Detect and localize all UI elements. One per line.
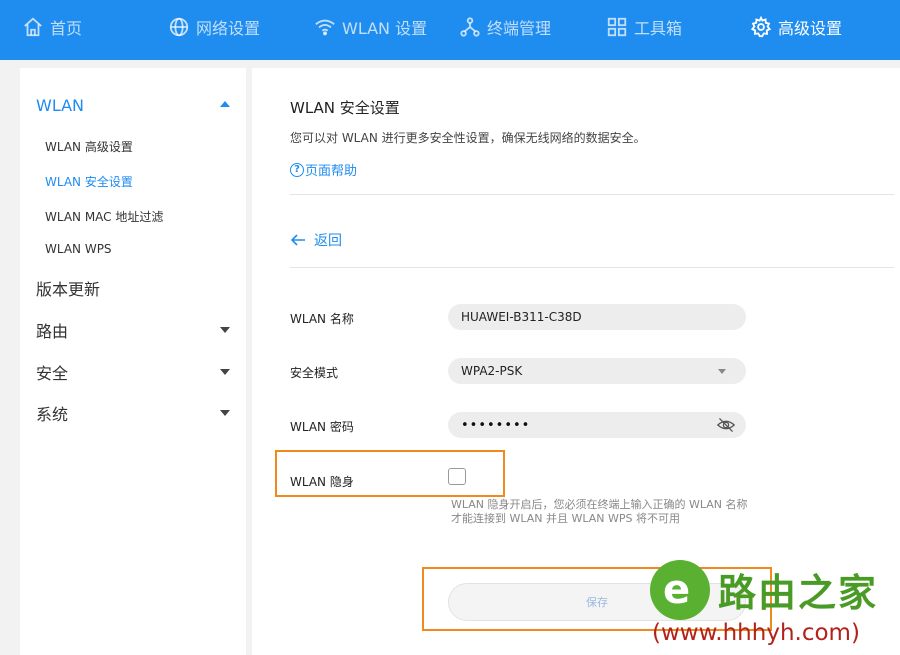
divider (290, 194, 894, 195)
password-label: WLAN 密码 (290, 420, 354, 434)
nav-advanced-settings-label: 高级设置 (778, 19, 843, 38)
page-title: WLAN 安全设置 (290, 99, 400, 117)
watermark-logo: e (650, 560, 710, 620)
sidebar-group-update-label: 版本更新 (36, 280, 101, 299)
sidebar-item-wlan-advanced[interactable]: WLAN 高级设置 (45, 138, 133, 160)
nav-network-settings[interactable]: 网络设置 (168, 0, 260, 54)
question-icon: ? (290, 162, 304, 177)
ssid-label: WLAN 名称 (290, 312, 354, 326)
back-label: 返回 (314, 233, 342, 249)
top-navigation: 首页 网络设置 WLAN 设置 终端管理 工具箱 高级设置 (0, 0, 900, 60)
security-mode-value: WPA2-PSK (461, 364, 523, 378)
sidebar-group-routing-label: 路由 (36, 322, 69, 341)
wifi-icon (315, 19, 335, 36)
security-mode-select[interactable]: WPA2-PSK (448, 358, 746, 384)
sidebar: WLAN WLAN 高级设置 WLAN 安全设置 WLAN MAC 地址过滤 W… (20, 68, 246, 655)
nav-device-management-label: 终端管理 (487, 19, 552, 38)
nav-device-management[interactable]: 终端管理 (459, 0, 551, 54)
divider (290, 267, 894, 268)
password-value: •••••••• (461, 417, 531, 433)
ssid-input[interactable]: HUAWEI-B311-C38D (448, 304, 746, 330)
eye-hidden-icon[interactable] (716, 416, 736, 434)
gear-icon (750, 16, 772, 38)
sidebar-group-security-label: 安全 (36, 364, 69, 383)
nav-toolbox-label: 工具箱 (634, 19, 683, 38)
sidebar-group-system-label: 系统 (36, 405, 69, 424)
caret-up-icon (220, 101, 230, 107)
sidebar-item-wlan-security[interactable]: WLAN 安全设置 (45, 173, 133, 195)
password-input[interactable]: •••••••• (448, 412, 746, 438)
nav-home-label: 首页 (50, 19, 83, 38)
caret-down-icon (220, 369, 230, 375)
caret-down-icon (220, 410, 230, 416)
nav-toolbox[interactable]: 工具箱 (606, 0, 682, 54)
nav-network-settings-label: 网络设置 (196, 19, 261, 38)
page-help-label: 页面帮助 (305, 164, 358, 179)
watermark-url: (www.hhhyh.com) (652, 620, 860, 646)
sidebar-group-update[interactable]: 版本更新 (36, 273, 232, 303)
hidden-ssid-checkbox[interactable] (448, 468, 466, 485)
caret-down-icon (220, 327, 230, 333)
watermark-logo-letter: e (663, 567, 691, 613)
sidebar-group-system[interactable]: 系统 (36, 398, 232, 428)
network-icon (460, 17, 480, 37)
page-help-link[interactable]: ? 页面帮助 (290, 160, 357, 179)
grid-icon (607, 17, 627, 37)
sidebar-group-wlan[interactable]: WLAN (36, 90, 232, 120)
arrow-left-icon (290, 234, 305, 246)
hidden-ssid-hint: WLAN 隐身开启后，您必须在终端上输入正确的 WLAN 名称才能连接到 WLA… (451, 498, 748, 525)
nav-advanced-settings[interactable]: 高级设置 (750, 0, 842, 54)
back-link[interactable]: 返回 (290, 230, 342, 250)
home-icon (24, 17, 42, 37)
nav-wlan-settings[interactable]: WLAN 设置 (314, 0, 427, 54)
sidebar-item-wlan-wps[interactable]: WLAN WPS (45, 242, 112, 264)
security-mode-label: 安全模式 (290, 366, 339, 380)
sidebar-group-security[interactable]: 安全 (36, 357, 232, 387)
ssid-value: HUAWEI-B311-C38D (461, 310, 582, 324)
sidebar-item-wlan-mac-filter[interactable]: WLAN MAC 地址过滤 (45, 208, 163, 230)
save-button-label: 保存 (586, 596, 608, 609)
hidden-ssid-label: WLAN 隐身 (290, 475, 354, 489)
sidebar-group-routing[interactable]: 路由 (36, 315, 232, 345)
page-description: 您可以对 WLAN 进行更多安全性设置，确保无线网络的数据安全。 (290, 131, 646, 145)
watermark-title: 路由之家 (718, 571, 879, 615)
globe-icon (169, 17, 189, 37)
chevron-down-icon (718, 369, 726, 374)
nav-wlan-settings-label: WLAN 设置 (342, 19, 428, 38)
nav-home[interactable]: 首页 (22, 0, 82, 54)
sidebar-group-wlan-label: WLAN (36, 95, 85, 115)
